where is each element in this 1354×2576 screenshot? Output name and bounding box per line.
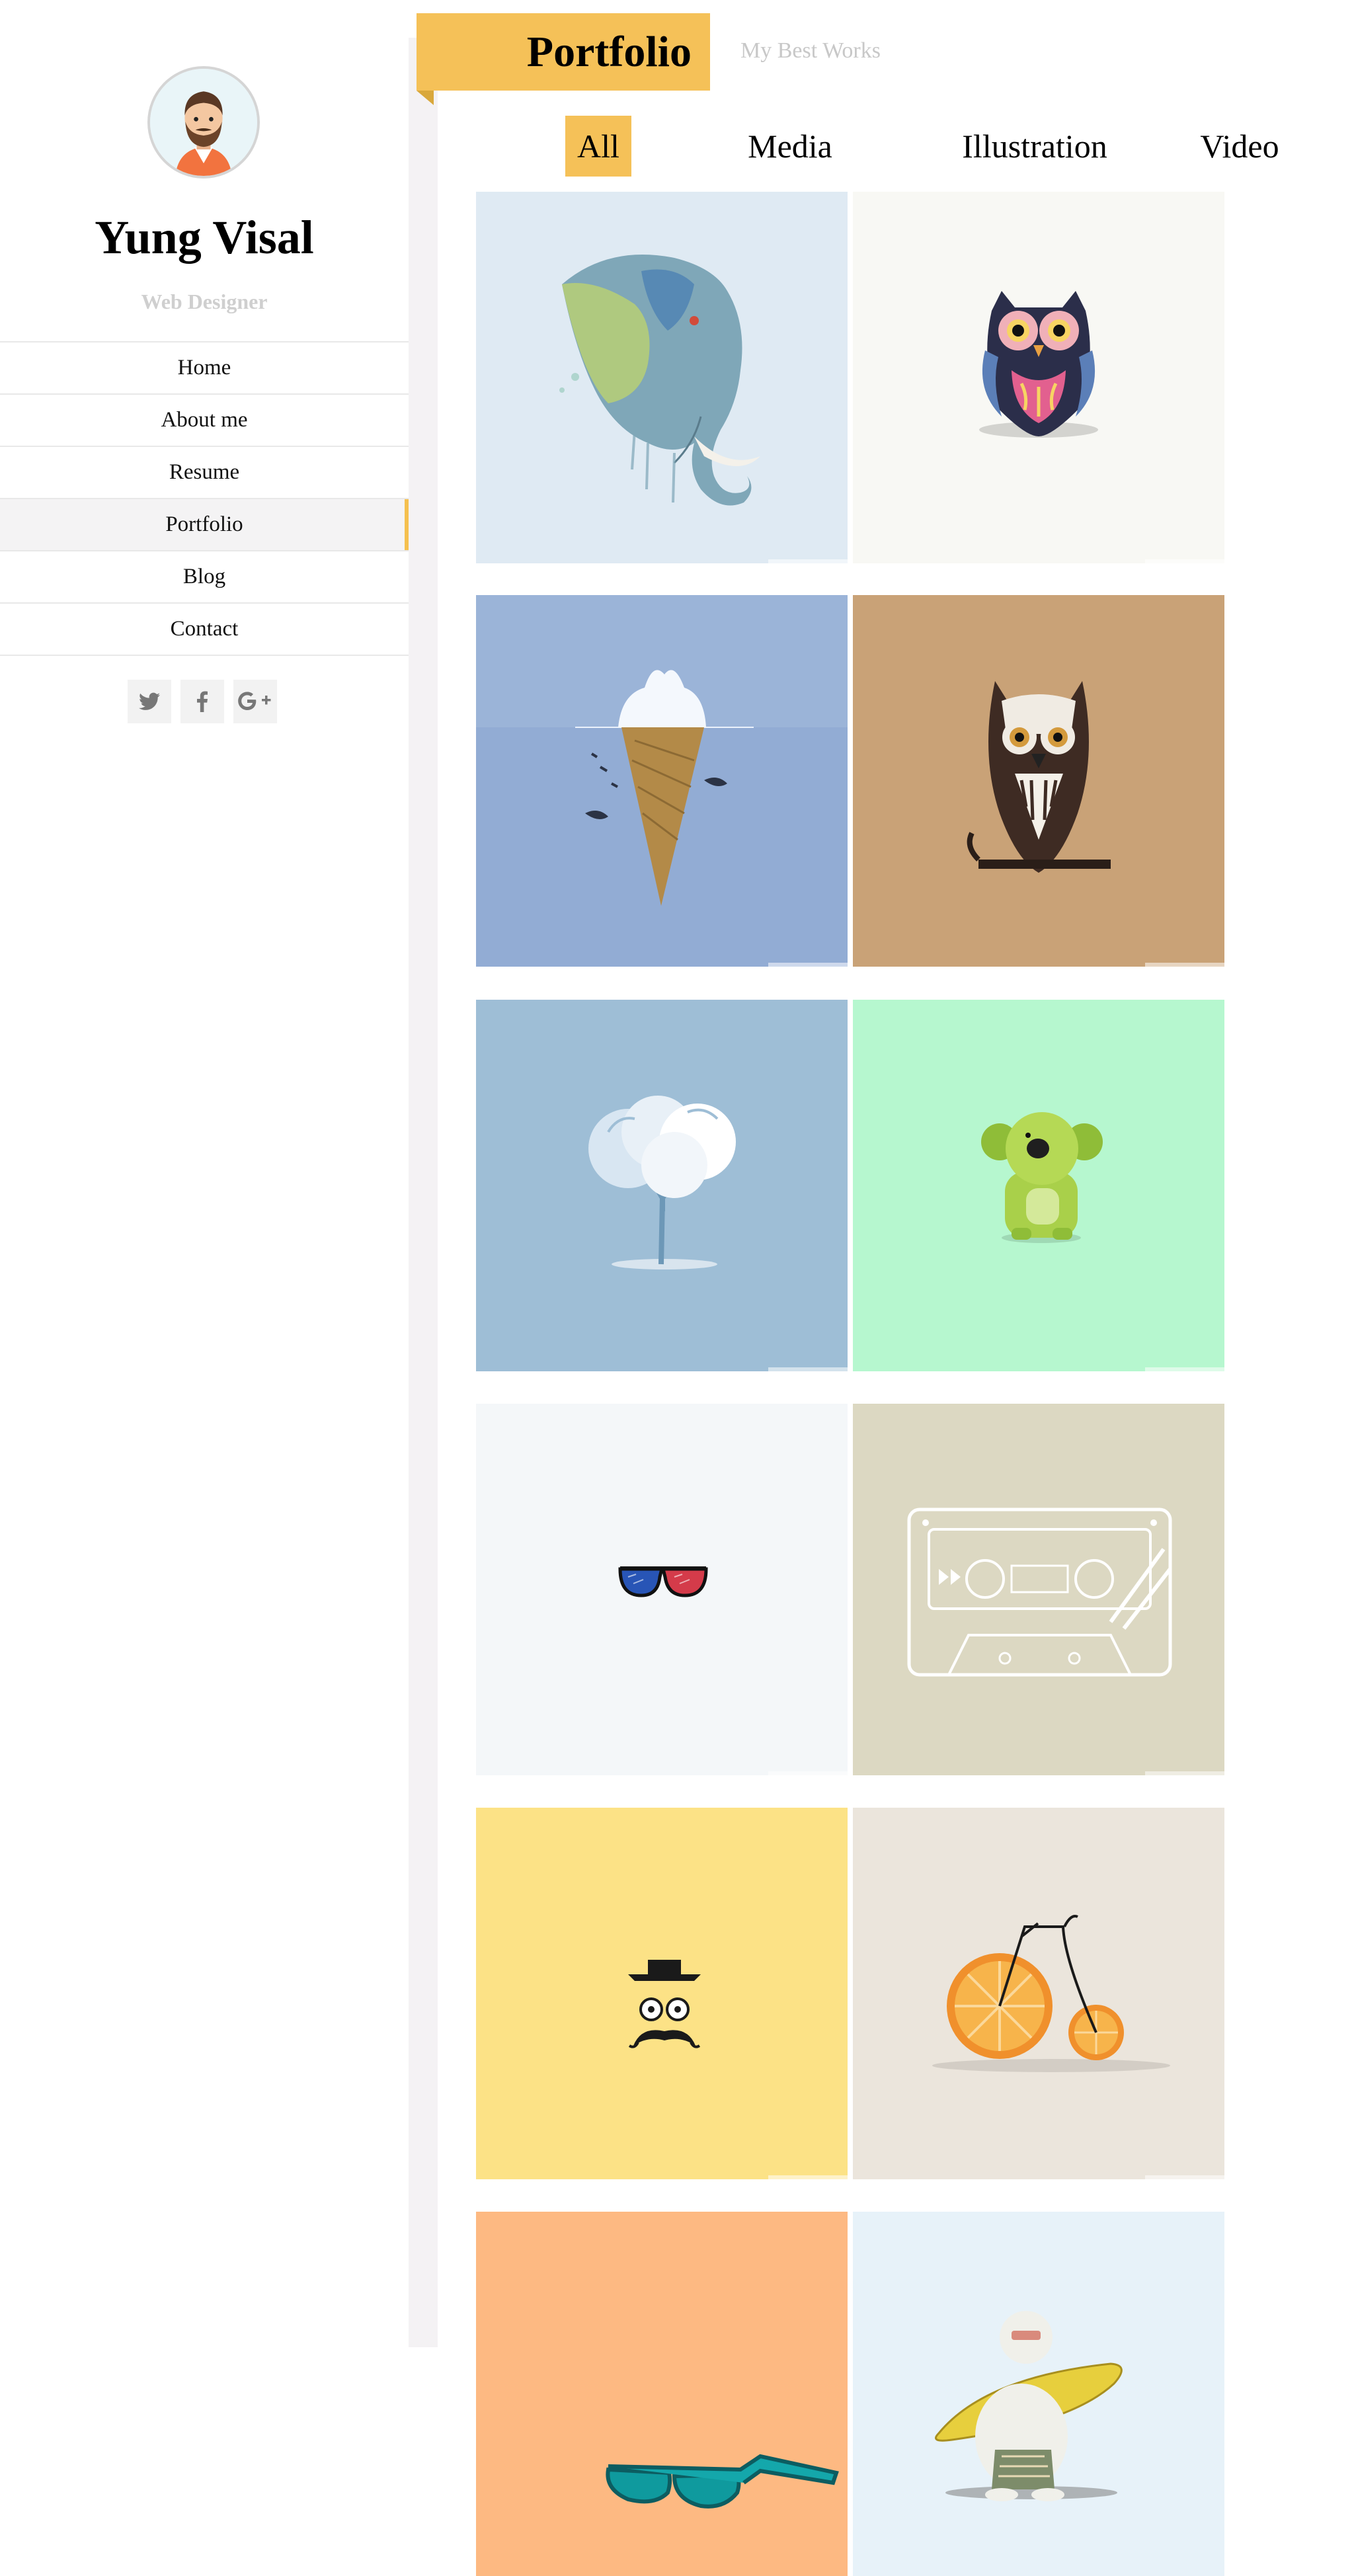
surfer-illustration-icon bbox=[853, 2212, 1224, 2576]
portfolio-item-iceberg-cone[interactable] bbox=[476, 595, 848, 967]
elephant-illustration-icon bbox=[476, 192, 848, 563]
ribbon-fold bbox=[417, 91, 434, 105]
portfolio-item-green-koala[interactable] bbox=[853, 1000, 1224, 1371]
profile-name: Yung Visal bbox=[95, 211, 314, 264]
profile-role: Web Designer bbox=[141, 290, 268, 313]
filter-media[interactable]: Media bbox=[737, 116, 843, 177]
nav-item-about[interactable]: About me bbox=[0, 395, 409, 447]
portfolio-item-brown-owl[interactable] bbox=[853, 595, 1224, 967]
green-koala-illustration-icon bbox=[853, 1000, 1224, 1371]
cloud-tree-illustration-icon bbox=[476, 1000, 848, 1371]
page-title: Portfolio bbox=[526, 27, 692, 76]
cassette-tape-illustration-icon bbox=[853, 1404, 1224, 1775]
portfolio-item-orange-bicycle[interactable] bbox=[853, 1808, 1224, 2179]
portfolio-item-cloud-tree[interactable] bbox=[476, 1000, 848, 1371]
mustache-gentleman-illustration-icon bbox=[476, 1808, 848, 2179]
brown-owl-illustration-icon bbox=[853, 595, 1224, 967]
filter-illustration[interactable]: Illustration bbox=[936, 116, 1134, 177]
teal-sunglasses-illustration-icon bbox=[476, 2212, 848, 2576]
portfolio-item-pink-owl[interactable] bbox=[853, 192, 1224, 563]
filter-video[interactable]: Video bbox=[1190, 116, 1289, 177]
portfolio-item-mustache-gentleman[interactable] bbox=[476, 1808, 848, 2179]
portfolio-item-cassette[interactable] bbox=[853, 1404, 1224, 1775]
nav-item-blog[interactable]: Blog bbox=[0, 551, 409, 604]
avatar bbox=[147, 66, 260, 179]
bearded-man-avatar-icon bbox=[150, 69, 257, 176]
page-subtitle: My Best Works bbox=[740, 38, 881, 63]
portfolio-item-teal-sunglasses[interactable] bbox=[476, 2212, 848, 2576]
section-header: Portfolio bbox=[417, 13, 710, 91]
nav-item-home[interactable]: Home bbox=[0, 342, 409, 395]
iceberg-ice-cream-illustration-icon bbox=[476, 595, 848, 967]
social-links bbox=[128, 680, 277, 723]
main-nav: Home About me Resume Portfolio Blog Cont… bbox=[0, 341, 409, 656]
twitter-icon[interactable] bbox=[128, 680, 171, 723]
sidebar: Yung Visal Web Designer Home About me Re… bbox=[0, 0, 409, 2347]
nav-item-resume[interactable]: Resume bbox=[0, 447, 409, 499]
portfolio-item-elephant[interactable] bbox=[476, 192, 848, 563]
nav-item-portfolio[interactable]: Portfolio bbox=[0, 499, 409, 551]
google-plus-icon[interactable] bbox=[233, 680, 277, 723]
content-rail bbox=[409, 38, 438, 2347]
nav-item-contact[interactable]: Contact bbox=[0, 604, 409, 656]
portfolio-item-surfer[interactable] bbox=[853, 2212, 1224, 2576]
orange-bicycle-illustration-icon bbox=[853, 1808, 1224, 2179]
filter-all[interactable]: All bbox=[565, 116, 631, 177]
pink-owl-illustration-icon bbox=[853, 192, 1224, 563]
facebook-icon[interactable] bbox=[180, 680, 224, 723]
3d-glasses-illustration-icon bbox=[476, 1404, 848, 1775]
portfolio-item-3d-glasses[interactable] bbox=[476, 1404, 848, 1775]
